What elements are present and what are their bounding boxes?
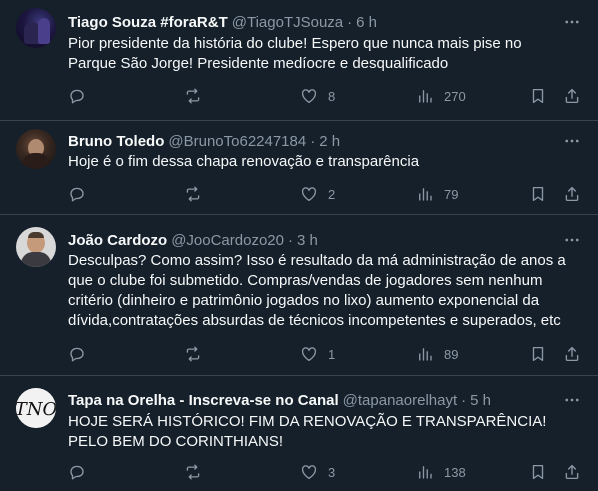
like-button[interactable]: 2: [300, 184, 335, 204]
author-handle[interactable]: @JooCardozo20: [171, 232, 284, 249]
views-button[interactable]: 89: [416, 344, 458, 364]
bookmark-icon: [529, 345, 547, 363]
like-count: 2: [328, 186, 336, 202]
action-bar: 2 79: [68, 184, 598, 204]
tweet[interactable]: Tiago Souza #foraR&T @TiagoTJSouza · 6 h…: [0, 0, 598, 121]
share-icon: [563, 185, 581, 203]
share-icon: [563, 463, 581, 481]
timestamp[interactable]: 3 h: [297, 232, 318, 249]
author-handle[interactable]: @tapanaorelhayt: [343, 392, 457, 409]
share-button[interactable]: [563, 184, 581, 204]
share-icon: [563, 87, 581, 105]
bookmark-icon: [529, 463, 547, 481]
avatar[interactable]: TNO: [16, 388, 56, 428]
share-icon: [563, 345, 581, 363]
more-icon[interactable]: [562, 12, 582, 32]
bookmark-button[interactable]: [529, 184, 547, 204]
views-count: 79: [444, 186, 459, 202]
tweet-text: Hoje é o fim dessa chapa renovação e tra…: [68, 153, 420, 170]
tweet[interactable]: João Cardozo @JooCardozo20 · 3 h Desculp…: [0, 215, 598, 376]
separator-dot: ·: [310, 132, 316, 150]
reply-icon: [68, 463, 86, 481]
more-icon[interactable]: [562, 131, 582, 151]
views-count: 138: [444, 464, 466, 480]
tweet[interactable]: TNO Tapa na Orelha - Inscreva-se no Cana…: [0, 376, 598, 491]
reply-button[interactable]: [68, 462, 86, 482]
timestamp[interactable]: 5 h: [470, 392, 491, 409]
bookmark-button[interactable]: [529, 86, 547, 106]
author-handle[interactable]: @BrunoTo62247184: [168, 133, 306, 150]
tweet-text: Pior presidente da história do clube! Es…: [68, 35, 522, 72]
share-button[interactable]: [563, 344, 581, 364]
tweet-text: Desculpas? Como assim? Isso é resultado …: [68, 252, 566, 329]
avatar[interactable]: [16, 8, 56, 48]
action-bar: 8 270: [68, 86, 598, 106]
reply-icon: [68, 185, 86, 203]
like-button[interactable]: 3: [300, 462, 335, 482]
views-chart-icon: [416, 87, 434, 105]
like-button[interactable]: 1: [300, 344, 335, 364]
views-button[interactable]: 138: [416, 462, 466, 482]
views-chart-icon: [416, 345, 434, 363]
retweet-button[interactable]: [184, 344, 202, 364]
action-bar: 3 138: [68, 462, 598, 482]
like-count: 3: [328, 464, 336, 480]
author-name[interactable]: João Cardozo: [68, 232, 167, 249]
views-chart-icon: [416, 463, 434, 481]
retweet-icon: [184, 463, 202, 481]
reply-icon: [68, 87, 86, 105]
bookmark-button[interactable]: [529, 344, 547, 364]
views-button[interactable]: 79: [416, 184, 458, 204]
like-count: 8: [328, 88, 336, 104]
more-icon[interactable]: [562, 390, 582, 410]
retweet-button[interactable]: [184, 462, 202, 482]
views-chart-icon: [416, 185, 434, 203]
author-name[interactable]: Bruno Toledo: [68, 133, 164, 150]
views-count: 270: [444, 88, 466, 104]
timestamp[interactable]: 2 h: [319, 133, 340, 150]
views-button[interactable]: 270: [416, 86, 466, 106]
reply-icon: [68, 345, 86, 363]
views-count: 89: [444, 346, 459, 362]
logo-text: TNO: [16, 399, 56, 420]
action-bar: 1 89: [68, 344, 598, 364]
separator-dot: ·: [287, 231, 293, 249]
tweet-text: HOJE SERÁ HISTÓRICO! FIM DA RENOVAÇÃO E …: [68, 413, 547, 450]
more-icon[interactable]: [562, 230, 582, 250]
avatar[interactable]: [16, 129, 56, 169]
reply-button[interactable]: [68, 86, 86, 106]
share-button[interactable]: [563, 462, 581, 482]
retweet-button[interactable]: [184, 184, 202, 204]
retweet-icon: [184, 87, 202, 105]
separator-dot: ·: [461, 391, 467, 409]
author-name[interactable]: Tiago Souza #foraR&T: [68, 14, 228, 31]
heart-icon: [300, 87, 318, 105]
timestamp[interactable]: 6 h: [356, 14, 377, 31]
like-count: 1: [328, 346, 336, 362]
heart-icon: [300, 463, 318, 481]
retweet-button[interactable]: [184, 86, 202, 106]
author-handle[interactable]: @TiagoTJSouza: [232, 14, 343, 31]
author-name[interactable]: Tapa na Orelha - Inscreva-se no Canal: [68, 392, 339, 409]
share-button[interactable]: [563, 86, 581, 106]
retweet-icon: [184, 345, 202, 363]
tno-logo: TNO: [16, 388, 56, 428]
bookmark-button[interactable]: [529, 462, 547, 482]
bookmark-icon: [529, 185, 547, 203]
like-button[interactable]: 8: [300, 86, 335, 106]
heart-icon: [300, 345, 318, 363]
reply-button[interactable]: [68, 344, 86, 364]
reply-button[interactable]: [68, 184, 86, 204]
bookmark-icon: [529, 87, 547, 105]
tweet[interactable]: Bruno Toledo @BrunoTo62247184 · 2 h Hoje…: [0, 121, 598, 215]
avatar[interactable]: [16, 227, 56, 267]
separator-dot: ·: [347, 13, 353, 31]
heart-icon: [300, 185, 318, 203]
retweet-icon: [184, 185, 202, 203]
